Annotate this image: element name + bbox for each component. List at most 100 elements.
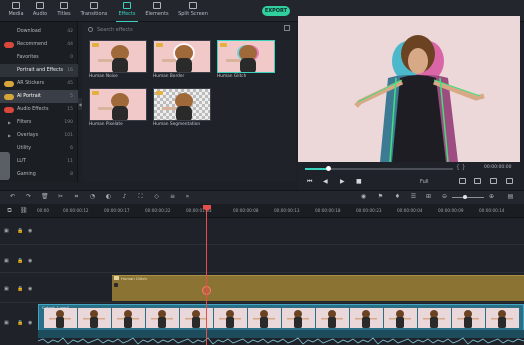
track-type-icon: ▣	[4, 320, 9, 326]
snapshot-icon[interactable]	[474, 178, 481, 184]
chevron-right-icon: ▶	[8, 133, 12, 138]
voiceover-icon[interactable]: ♦	[394, 193, 401, 200]
fullscreen-icon[interactable]	[506, 178, 513, 184]
preview-scrubber-handle[interactable]	[326, 166, 331, 171]
zoom-in-icon[interactable]: ⊕	[488, 193, 495, 200]
eye-icon[interactable]: ◉	[28, 228, 32, 234]
tab-split-screen[interactable]: Split Screen	[178, 2, 208, 20]
effect-thumbnail-human-noise[interactable]	[89, 40, 147, 73]
lock-icon[interactable]: 🔒	[17, 320, 23, 326]
video-frame-thumbnail	[44, 308, 77, 328]
track-type-icon: ▣	[4, 258, 9, 264]
sidebar-item-filters[interactable]: ▶ Filters 190	[0, 116, 78, 129]
side-panel-tab[interactable]	[0, 152, 10, 180]
sidebar-item-ai-portrait[interactable]: AI Portrait 5	[0, 90, 78, 103]
lock-icon[interactable]: 🔒	[17, 286, 23, 292]
undo-icon[interactable]: ↶	[9, 193, 16, 200]
track-divider	[0, 244, 524, 245]
playback-quality-select[interactable]: Full	[420, 179, 429, 185]
tab-effects[interactable]: Effects	[116, 2, 138, 22]
keyframe-icon[interactable]: ◇	[153, 193, 160, 200]
snap-icon[interactable]: ⊞	[425, 193, 432, 200]
eye-icon[interactable]: ◉	[28, 258, 32, 264]
zoom-out-icon[interactable]: ⊖	[441, 193, 448, 200]
music-icon	[36, 2, 44, 9]
effect-thumbnail-human-pixelate[interactable]	[89, 88, 147, 121]
mark-in-out-icon[interactable]: { }	[456, 164, 466, 171]
audio-edit-icon[interactable]: ♪	[121, 193, 128, 200]
tab-transitions[interactable]: Transitions	[80, 2, 108, 20]
grid-view-icon[interactable]	[284, 25, 290, 31]
ruler-tick-label: 00:00:00:08	[233, 208, 259, 213]
sidebar-item-overlays[interactable]: ▶ Overlays 101	[0, 129, 78, 142]
lock-icon[interactable]: 🔒	[17, 228, 23, 234]
cut-icon[interactable]: ✂	[57, 193, 64, 200]
eye-icon[interactable]: ◉	[28, 286, 32, 292]
effect-clip-icon	[114, 276, 119, 280]
timeline-menu-icon[interactable]: ▤	[507, 193, 514, 200]
effect-thumbnail-human-border[interactable]	[153, 40, 211, 73]
track-divider	[0, 272, 524, 273]
text-icon	[60, 2, 68, 9]
ruler-tick-label: 00:00:00:12	[63, 208, 89, 213]
sidebar-item-ar-stickers[interactable]: AR Stickers 45	[0, 77, 78, 90]
mixer-icon[interactable]: ☰	[410, 193, 417, 200]
speed-icon[interactable]: ◔	[89, 193, 96, 200]
sidebar-item-recommend[interactable]: Recommend 44	[0, 38, 78, 51]
monitor-icon[interactable]	[459, 178, 466, 184]
render-icon[interactable]: ◉	[360, 193, 367, 200]
tab-audio[interactable]: Audio	[32, 2, 48, 20]
video-frame-thumbnail	[486, 308, 519, 328]
woman-figure-icon	[162, 43, 195, 72]
lock-icon[interactable]: 🔒	[17, 258, 23, 264]
add-track-icon[interactable]: ⧉	[6, 207, 13, 214]
video-frame-thumbnail	[452, 308, 485, 328]
tab-titles[interactable]: Titles	[56, 2, 72, 20]
woman-figure-icon	[98, 45, 129, 72]
sidebar-item-portrait-and-effects[interactable]: Portrait and Effects 16	[0, 64, 78, 77]
elements-icon	[153, 2, 161, 9]
adjust-icon[interactable]: ≡	[169, 193, 176, 200]
previous-frame-button[interactable]: ⏮	[307, 178, 312, 186]
redo-icon[interactable]: ↷	[25, 193, 32, 200]
video-frame-thumbnail	[282, 308, 315, 328]
play-backward-button[interactable]: ◀	[323, 178, 328, 185]
eye-icon[interactable]: ◉	[28, 320, 32, 326]
timeline-zoom-handle[interactable]	[463, 195, 467, 199]
track-type-icon: ▣	[4, 228, 9, 234]
collapse-sidebar-handle[interactable]: ◀	[78, 98, 82, 110]
crop-icon[interactable]: ⌗	[73, 193, 80, 200]
video-frame-thumbnail	[112, 308, 145, 328]
color-icon[interactable]: ◐	[105, 193, 112, 200]
search-effects-field[interactable]: Search effects	[88, 25, 288, 34]
play-button[interactable]: ▶	[340, 178, 345, 185]
video-frame-thumbnail	[418, 308, 451, 328]
sidebar-item-favorites[interactable]: Favorites 0	[0, 51, 78, 64]
fit-icon[interactable]: ⛶	[137, 193, 144, 200]
effect-clip[interactable]	[112, 275, 524, 301]
sidebar-item-lut[interactable]: LUT 11	[0, 155, 78, 168]
timeline-zoom-slider[interactable]	[452, 197, 484, 198]
video-frame-thumbnail	[214, 308, 247, 328]
sidebar-item-download[interactable]: Download 42	[0, 25, 78, 38]
ruler-tick-label: 00:00	[37, 208, 50, 213]
effect-label: Human Border	[153, 74, 185, 79]
ruler-tick-label: 00:00:00:17	[104, 208, 130, 213]
delete-icon[interactable]: 🗑	[41, 193, 49, 200]
sidebar-item-utility[interactable]: Utility 6	[0, 142, 78, 155]
volume-icon[interactable]	[490, 178, 497, 184]
sidebar-item-gaming[interactable]: Gaming 8	[0, 168, 78, 181]
effect-label: Human Pixelate	[89, 122, 123, 127]
tab-elements[interactable]: Elements	[145, 2, 169, 20]
effect-thumbnail-human-segmentation[interactable]	[153, 88, 211, 121]
tab-media[interactable]: Media	[8, 2, 24, 20]
more-tools-icon[interactable]: »	[184, 193, 191, 200]
effect-thumbnail-human-glitch[interactable]	[217, 40, 275, 73]
export-button[interactable]: EXPORT	[262, 6, 290, 16]
sidebar-item-audio-effects[interactable]: Audio Effects 15	[0, 103, 78, 116]
marker-icon[interactable]: ⚑	[377, 193, 384, 200]
link-icon[interactable]: ⛓	[20, 207, 28, 214]
ruler-tick-label: 00:00:00:09	[438, 208, 464, 213]
stop-button[interactable]: ■	[356, 178, 362, 185]
video-preview[interactable]	[298, 16, 520, 162]
